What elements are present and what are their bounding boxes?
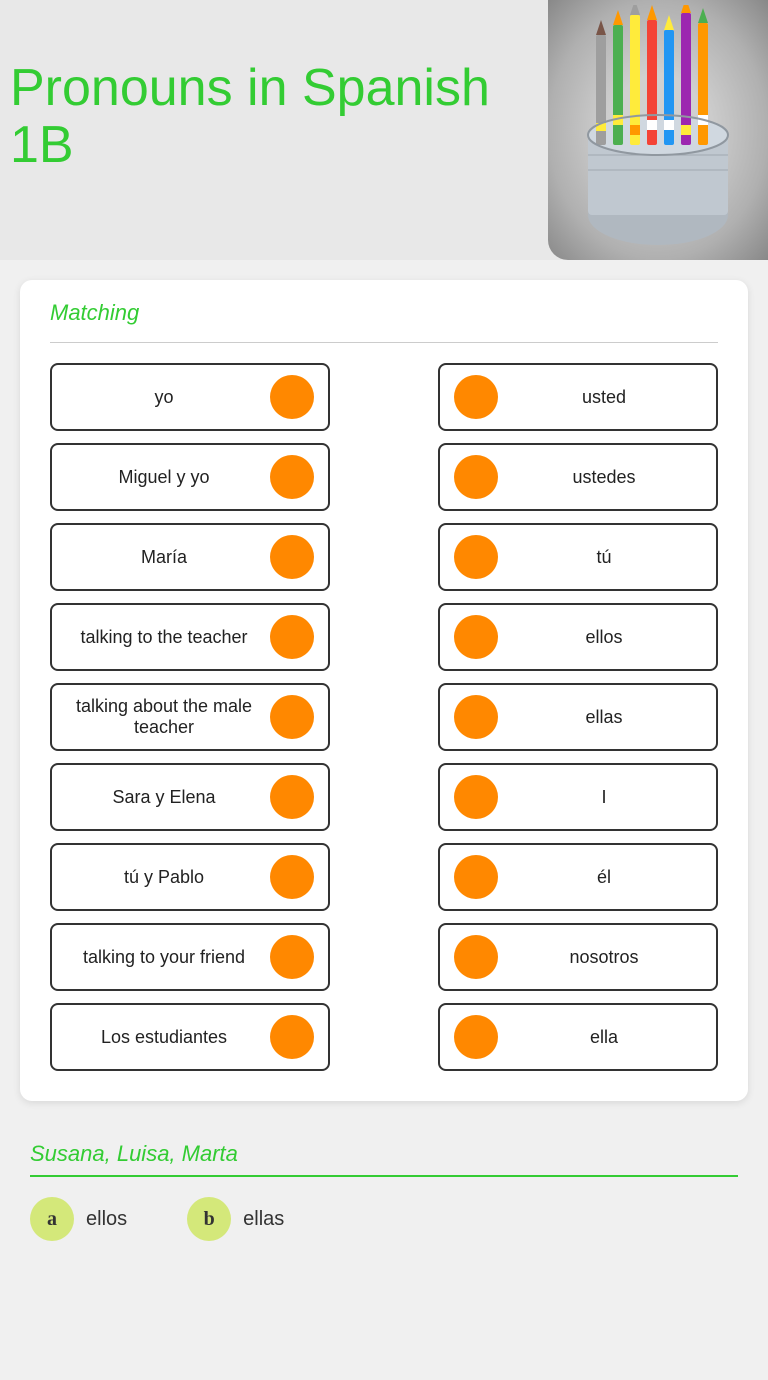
left-item-5[interactable]: talking about the male teacher — [50, 683, 330, 751]
left-item-1[interactable]: yo — [50, 363, 330, 431]
left-item-9[interactable]: Los estudiantes — [50, 1003, 330, 1071]
right-item-4[interactable]: ellos — [438, 603, 718, 671]
table-row: yo usted — [50, 363, 718, 431]
left-text-1: yo — [66, 387, 262, 408]
left-text-7: tú y Pablo — [66, 867, 262, 888]
right-text-6: I — [506, 787, 702, 808]
right-item-6[interactable]: I — [438, 763, 718, 831]
right-circle-5[interactable] — [454, 695, 498, 739]
right-item-5[interactable]: ellas — [438, 683, 718, 751]
bottom-section-divider — [30, 1175, 738, 1177]
option-a[interactable]: a ellos — [30, 1197, 127, 1241]
left-circle-1[interactable] — [270, 375, 314, 419]
left-text-3: María — [66, 547, 262, 568]
table-row: talking about the male teacher ellas — [50, 683, 718, 751]
bottom-section: Susana, Luisa, Marta a ellos b ellas — [0, 1121, 768, 1261]
pencil-cup-decoration — [548, 0, 768, 260]
matching-section-title: Matching — [50, 300, 718, 326]
left-text-5: talking about the male teacher — [66, 696, 262, 738]
matching-card: Matching yo usted Miguel y yo ustedes — [20, 280, 748, 1101]
bottom-title: Susana, Luisa, Marta — [30, 1141, 738, 1167]
left-circle-9[interactable] — [270, 1015, 314, 1059]
options-row: a ellos b ellas — [30, 1197, 738, 1241]
left-circle-8[interactable] — [270, 935, 314, 979]
right-item-2[interactable]: ustedes — [438, 443, 718, 511]
table-row: Los estudiantes ella — [50, 1003, 718, 1071]
right-item-8[interactable]: nosotros — [438, 923, 718, 991]
table-row: talking to the teacher ellos — [50, 603, 718, 671]
left-item-3[interactable]: María — [50, 523, 330, 591]
right-circle-9[interactable] — [454, 1015, 498, 1059]
table-row: María tú — [50, 523, 718, 591]
option-b-label: ellas — [243, 1208, 284, 1231]
header: Pronouns in Spanish 1B — [0, 0, 768, 260]
right-text-4: ellos — [506, 627, 702, 648]
left-item-7[interactable]: tú y Pablo — [50, 843, 330, 911]
badge-b: b — [187, 1197, 231, 1241]
right-text-1: usted — [506, 387, 702, 408]
right-circle-4[interactable] — [454, 615, 498, 659]
right-text-2: ustedes — [506, 467, 702, 488]
left-text-2: Miguel y yo — [66, 467, 262, 488]
table-row: tú y Pablo él — [50, 843, 718, 911]
left-text-9: Los estudiantes — [66, 1027, 262, 1048]
left-circle-6[interactable] — [270, 775, 314, 819]
left-circle-7[interactable] — [270, 855, 314, 899]
left-circle-4[interactable] — [270, 615, 314, 659]
right-item-7[interactable]: él — [438, 843, 718, 911]
right-circle-2[interactable] — [454, 455, 498, 499]
badge-a: a — [30, 1197, 74, 1241]
option-b[interactable]: b ellas — [187, 1197, 284, 1241]
section-divider — [50, 342, 718, 343]
right-text-5: ellas — [506, 707, 702, 728]
table-row: talking to your friend nosotros — [50, 923, 718, 991]
left-text-8: talking to your friend — [66, 947, 262, 968]
table-row: Sara y Elena I — [50, 763, 718, 831]
right-text-3: tú — [506, 547, 702, 568]
left-item-8[interactable]: talking to your friend — [50, 923, 330, 991]
table-row: Miguel y yo ustedes — [50, 443, 718, 511]
left-item-6[interactable]: Sara y Elena — [50, 763, 330, 831]
right-circle-3[interactable] — [454, 535, 498, 579]
left-circle-3[interactable] — [270, 535, 314, 579]
left-text-6: Sara y Elena — [66, 787, 262, 808]
right-text-7: él — [506, 867, 702, 888]
left-text-4: talking to the teacher — [66, 627, 262, 648]
right-circle-6[interactable] — [454, 775, 498, 819]
right-text-9: ella — [506, 1027, 702, 1048]
right-item-3[interactable]: tú — [438, 523, 718, 591]
matching-grid: yo usted Miguel y yo ustedes María — [50, 363, 718, 1071]
right-circle-7[interactable] — [454, 855, 498, 899]
right-item-1[interactable]: usted — [438, 363, 718, 431]
left-item-2[interactable]: Miguel y yo — [50, 443, 330, 511]
left-item-4[interactable]: talking to the teacher — [50, 603, 330, 671]
right-text-8: nosotros — [506, 947, 702, 968]
left-circle-5[interactable] — [270, 695, 314, 739]
page-title: Pronouns in Spanish 1B — [10, 60, 490, 174]
right-circle-8[interactable] — [454, 935, 498, 979]
right-item-9[interactable]: ella — [438, 1003, 718, 1071]
option-a-label: ellos — [86, 1208, 127, 1231]
left-circle-2[interactable] — [270, 455, 314, 499]
right-circle-1[interactable] — [454, 375, 498, 419]
